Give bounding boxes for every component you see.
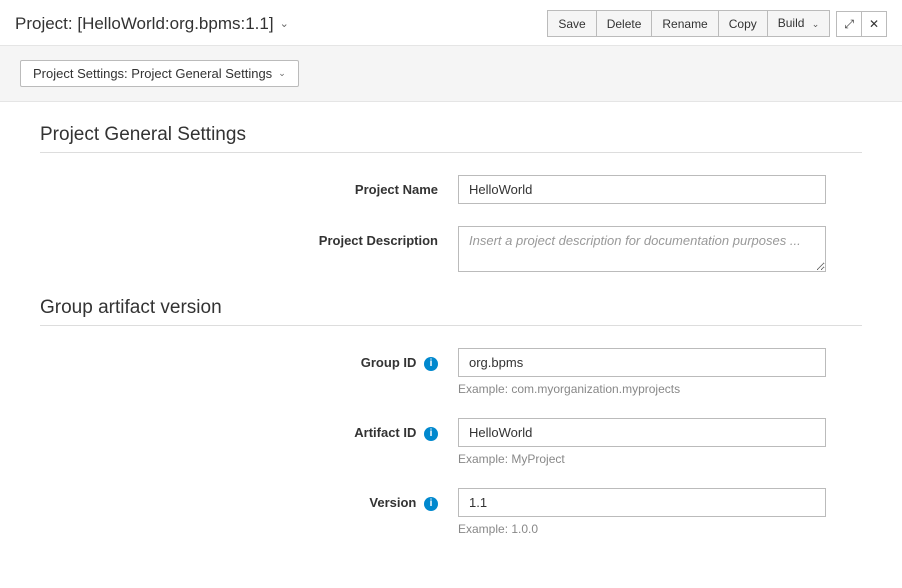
textarea-project-description[interactable] <box>458 226 826 272</box>
input-group-id[interactable] <box>458 348 826 377</box>
label-project-description: Project Description <box>40 226 458 248</box>
header-actions: Save Delete Rename Copy Build ⌄ ⤢ ✕ <box>547 10 887 37</box>
copy-button[interactable]: Copy <box>719 10 768 37</box>
label-project-name: Project Name <box>40 175 458 197</box>
page-header: Project: [HelloWorld:org.bpms:1.1] ⌄ Sav… <box>0 0 902 45</box>
label-artifact-id: Artifact ID i <box>40 418 458 441</box>
breadcrumb-bar: Project Settings: Project General Settin… <box>0 45 902 102</box>
delete-button[interactable]: Delete <box>597 10 653 37</box>
build-button-label: Build <box>778 16 805 30</box>
section-title-gav: Group artifact version <box>40 297 862 326</box>
label-version: Version i <box>40 488 458 511</box>
input-version[interactable] <box>458 488 826 517</box>
row-artifact-id: Artifact ID i Example: MyProject <box>40 418 862 466</box>
content-area: Project General Settings Project Name Pr… <box>0 102 902 588</box>
action-button-group: Save Delete Rename Copy Build ⌄ <box>547 10 830 37</box>
label-group-id: Group ID i <box>40 348 458 371</box>
project-title-text: Project: [HelloWorld:org.bpms:1.1] <box>15 14 274 34</box>
help-artifact-id: Example: MyProject <box>458 452 826 466</box>
project-title-dropdown[interactable]: Project: [HelloWorld:org.bpms:1.1] ⌄ <box>15 14 289 34</box>
save-button[interactable]: Save <box>547 10 596 37</box>
row-group-id: Group ID i Example: com.myorganization.m… <box>40 348 862 396</box>
rename-button[interactable]: Rename <box>652 10 718 37</box>
close-icon[interactable]: ✕ <box>862 11 887 37</box>
window-button-group: ⤢ ✕ <box>836 11 887 37</box>
help-group-id: Example: com.myorganization.myprojects <box>458 382 826 396</box>
input-artifact-id[interactable] <box>458 418 826 447</box>
info-icon[interactable]: i <box>424 357 438 371</box>
chevron-down-icon: ⌄ <box>278 68 286 79</box>
expand-icon[interactable]: ⤢ <box>836 11 862 37</box>
chevron-down-icon: ⌄ <box>812 19 820 29</box>
row-version: Version i Example: 1.0.0 <box>40 488 862 536</box>
row-project-name: Project Name <box>40 175 862 204</box>
section-title-general: Project General Settings <box>40 124 862 153</box>
breadcrumb-dropdown[interactable]: Project Settings: Project General Settin… <box>20 60 299 87</box>
input-project-name[interactable] <box>458 175 826 204</box>
info-icon[interactable]: i <box>424 497 438 511</box>
row-project-description: Project Description <box>40 226 862 275</box>
build-dropdown-button[interactable]: Build ⌄ <box>768 10 831 37</box>
chevron-down-icon: ⌄ <box>280 17 289 30</box>
info-icon[interactable]: i <box>424 427 438 441</box>
breadcrumb-label: Project Settings: Project General Settin… <box>33 66 272 81</box>
help-version: Example: 1.0.0 <box>458 522 826 536</box>
